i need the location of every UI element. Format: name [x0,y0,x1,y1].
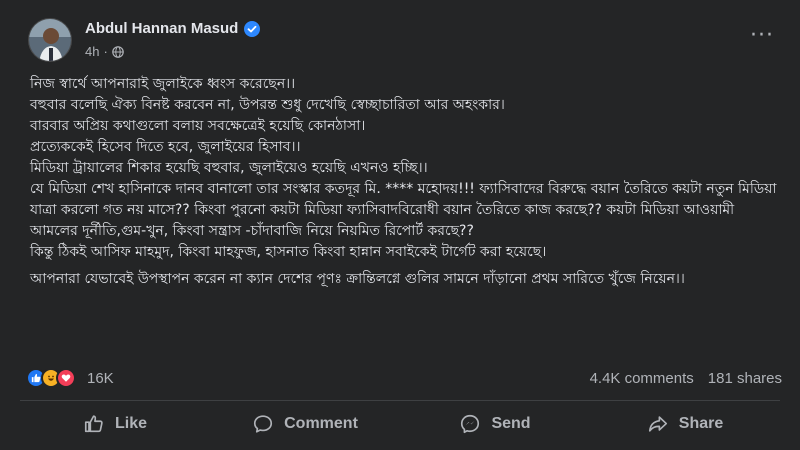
globe-icon[interactable] [112,45,124,58]
like-icon [84,415,103,433]
post-line: বহুবার বলেছি ঐক্য বিনষ্ট করবেন না, উপরন্… [30,97,505,113]
action-bar: Like Comment Send Share [20,404,780,444]
author-name[interactable]: Abdul Hannan Masud [85,20,238,37]
post-header: Abdul Hannan Masud 4h · ··· [20,14,780,66]
avatar-photo [29,19,71,61]
love-reaction-icon [56,368,76,388]
post-final-paragraph: আপনারা যেভাবেই উপস্থাপন করেন না ক্যান দে… [30,271,685,287]
post-text: নিজ স্বার্থে আপনারাই জুলাইকে ধ্বংস করেছে… [30,74,780,290]
reactions-summary[interactable]: 16K [26,368,114,388]
facebook-post: Abdul Hannan Masud 4h · ··· নিজ স্বার্থে… [0,0,800,450]
comments-count[interactable]: 4.4K comments [590,370,694,387]
like-label: Like [114,415,147,432]
share-button[interactable]: Share [590,404,780,444]
send-button[interactable]: Send [400,404,590,444]
post-line: মিডিয়া ট্রায়ালের শিকার হয়েছি বহুবার, … [30,160,428,176]
reaction-icons [26,368,76,388]
more-options-icon[interactable]: ··· [744,25,780,48]
engagement-counts: 4.4K comments 181 shares [590,370,782,387]
post-time[interactable]: 4h [85,44,99,59]
divider [20,400,780,401]
avatar[interactable] [28,18,72,62]
messenger-icon [461,414,480,434]
reaction-count[interactable]: 16K [87,370,114,387]
author-name-row: Abdul Hannan Masud [85,20,261,37]
like-button[interactable]: Like [20,404,210,444]
post-line: কিন্তু ঠিকই আসিফ মাহমুদ, কিংবা মাহফুজ, হ… [30,244,547,260]
post-line: বারবার অপ্রিয় কথাগুলো বলায় সবক্ষেত্রেই… [30,118,366,134]
send-label: Send [491,415,531,432]
verified-badge-icon [244,20,261,37]
share-label: Share [678,415,724,432]
post-line: প্রত্যেককেই হিসেব দিতে হবে, জুলাইয়ের হি… [30,139,301,155]
comment-icon [254,415,273,433]
post-line: যে মিডিয়া শেখ হাসিনাকে দানব বানালো তার … [30,181,777,239]
post-line: নিজ স্বার্থে আপনারাই জুলাইকে ধ্বংস করেছে… [30,76,296,92]
shares-count[interactable]: 181 shares [708,370,782,387]
meta-separator: · [103,44,108,59]
comment-button[interactable]: Comment [210,404,400,444]
share-icon [648,416,667,432]
comment-label: Comment [284,415,358,432]
post-meta: 4h · [85,44,124,59]
